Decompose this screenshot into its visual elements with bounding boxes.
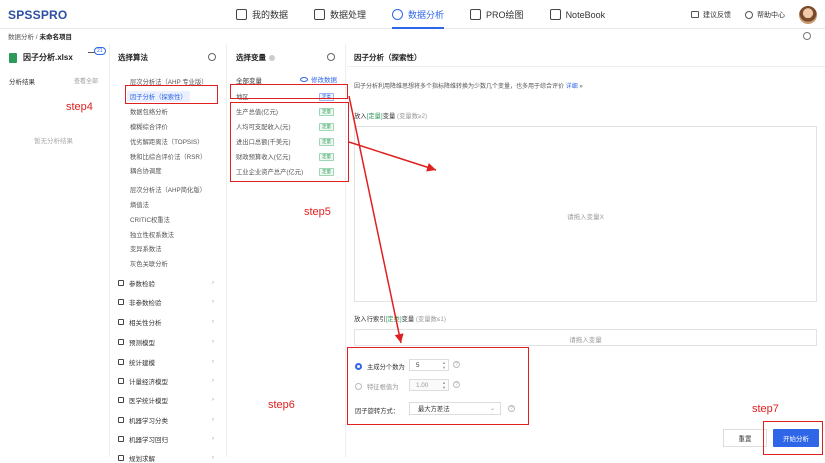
drop-zone-placeholder: 请拖入变量 [569,337,602,344]
variable-header: 选择变量 [236,52,275,63]
drop-row-label: 放入行索引[定类]变量 (变量数≤1) [354,316,446,323]
config-title: 因子分析（探索性） [354,53,422,62]
nav-data-analysis[interactable]: 数据分析 [392,0,445,29]
algo-item[interactable]: 独立性权系数法 [130,230,174,239]
chevron-right-icon: › [212,299,214,305]
nav-pro-plot[interactable]: PRO绘图 [470,0,524,29]
algo-item[interactable]: 灰色关联分析 [130,259,168,268]
category-parametric-test[interactable]: 参数检验 › [118,278,218,288]
annotation-box-step4 [125,85,218,104]
bar-chart-icon [118,299,124,305]
breadcrumb-current: 未命名项目 [39,34,72,41]
results-title: 分析结果 [9,79,35,86]
annotation-box-category-var [230,84,348,99]
breadcrumb: 数据分析 / 未命名项目 [8,31,72,41]
search-icon[interactable] [208,53,216,61]
econ-icon [118,378,124,384]
percent-icon [118,417,124,423]
category-ml-classification[interactable]: 机器学习分类 › [118,415,218,425]
nav-data-processing[interactable]: 数据处理 [314,0,366,29]
algorithm-panel: 选择算法 层次分析法（AHP 专业版） 因子分析（探索性） 数据包络分析 模糊综… [111,44,227,463]
category-medical-stats[interactable]: 医学统计模型 › [118,395,218,405]
category-ml-regression[interactable]: 机器学习回归 › [118,434,218,444]
results-panel: 因子分析.xlsx 21 分析结果 查看全部 暂无分析结果 [0,44,110,457]
algo-item[interactable]: 秩和比综合评价法（RSR） [130,152,206,161]
category-correlation[interactable]: 相关性分析 › [118,317,218,327]
algo-item[interactable]: 变异系数法 [130,244,161,253]
algo-item[interactable]: 耦合协调度 [130,166,161,175]
chevron-right-icon: › [212,280,214,286]
model-icon [118,359,124,365]
edit-data-link[interactable]: 修改数据 [300,74,337,84]
annotation-step4: step4 [66,101,93,113]
chevron-right-icon: › [212,397,214,403]
excel-file-icon [9,52,17,63]
category-optimization[interactable]: 规划求解 › [118,453,218,463]
nav-my-data[interactable]: 我的数据 [236,0,288,29]
detail-link[interactable]: 详细 [566,84,578,90]
chevron-right-icon: › [212,359,214,365]
cube-icon [314,9,326,20]
category-prediction[interactable]: 预测模型 › [118,337,218,347]
chart-icon [118,280,124,286]
category-nonparametric-test[interactable]: 非参数检验 › [118,297,218,307]
method-description: 因子分析利用降维思想将多个指标降维转换为少数几个变量，也多用于综合评价 详细 » [354,84,583,90]
trend-icon [118,339,124,345]
notebook-icon [549,9,561,20]
optimize-icon [118,455,124,461]
user-avatar[interactable] [799,5,817,24]
annotation-step5: step5 [304,206,331,218]
regression-icon [118,436,124,442]
top-navbar: SPSSPRO 我的数据 数据处理 数据分析 PRO绘图 NoteBook 建议… [0,0,825,29]
reset-button[interactable]: 重置 [723,429,767,447]
divider [347,66,825,67]
annotation-step6: step6 [268,399,295,411]
medical-icon [118,397,124,403]
layers-icon [236,9,247,20]
chevron-right-icon: › [212,339,214,345]
drop-zone-row-index[interactable]: 请拖入变量 [354,329,817,346]
annotation-box-options [347,347,529,425]
pie-chart-icon [392,9,404,20]
grid-icon [118,319,124,325]
top-right-actions: 建议反馈 帮助中心 [691,0,817,29]
filter-count-badge: 21 [94,47,106,55]
main-nav: 我的数据 数据处理 数据分析 PRO绘图 NoteBook [236,0,631,29]
view-all-link[interactable]: 查看全部 [74,76,98,85]
algo-item[interactable]: CRITIC权重法 [130,215,170,224]
help-center-link[interactable]: 帮助中心 [745,10,785,20]
drop-zone-x[interactable]: 请拖入变量X [354,126,817,302]
chevron-right-icon: › [212,455,214,461]
annotation-step7: step7 [752,403,779,415]
algo-item[interactable]: 数据包络分析 [130,107,168,116]
algo-item[interactable]: 层次分析法（AHP简化版） [130,185,206,194]
algo-item[interactable]: 优劣解距离法（TOPSIS） [130,137,203,146]
chevron-right-icon: › [212,436,214,442]
category-stat-modeling[interactable]: 统计建模 › [118,357,218,367]
category-econometrics[interactable]: 计量经济模型 › [118,376,218,386]
chat-icon [691,11,699,18]
settings-gear-icon[interactable] [803,32,811,40]
algo-item[interactable]: 模糊综合评价 [130,122,168,131]
file-selector[interactable]: 因子分析.xlsx [9,52,73,63]
chevron-right-icon: › [212,319,214,325]
help-circle-icon [745,10,753,19]
annotation-box-run [763,421,823,455]
info-icon[interactable] [269,54,275,61]
chevron-right-icon: › [212,378,214,384]
drop-x-label: 放入[定量]变量 (变量数≥2) [354,113,428,120]
eye-icon [300,76,308,82]
breadcrumb-root[interactable]: 数据分析 / [8,34,38,41]
algo-item[interactable]: 熵值法 [130,200,149,209]
nav-notebook[interactable]: NoteBook [549,0,605,29]
annotation-box-quant-vars [230,102,349,182]
app-logo[interactable]: SPSSPRO [8,8,67,22]
feedback-link[interactable]: 建议反馈 [691,10,731,20]
empty-results-text: 暂无分析结果 [34,138,73,145]
chevron-right-icon: › [212,417,214,423]
search-icon[interactable] [327,53,335,61]
drop-zone-placeholder: 请拖入变量X [567,214,604,221]
algorithm-header: 选择算法 [118,53,148,62]
sparkle-icon [470,9,482,20]
